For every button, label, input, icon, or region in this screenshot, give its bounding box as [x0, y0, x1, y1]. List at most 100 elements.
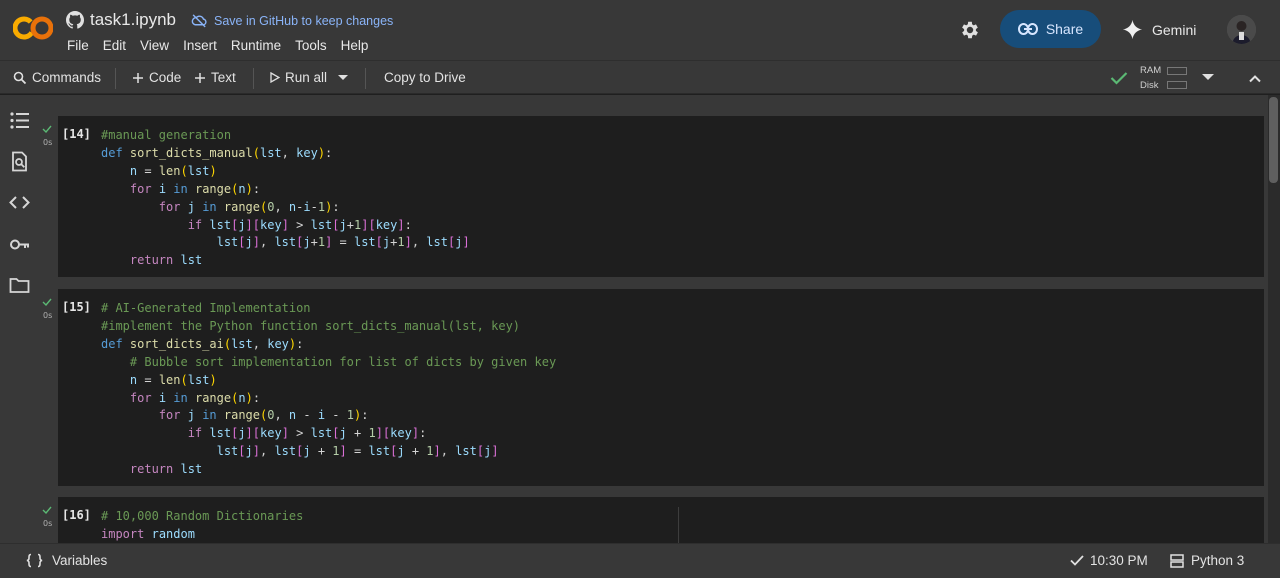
variables-button[interactable]: Variables	[26, 553, 107, 568]
caret-down-icon	[338, 75, 348, 80]
add-code-button[interactable]: Code	[132, 70, 181, 85]
execution-count: [16]	[62, 508, 91, 522]
disk-usage-bar	[1167, 81, 1187, 89]
server-icon	[1170, 553, 1184, 568]
toolbar-divider	[365, 68, 366, 89]
commands-button[interactable]: Commands	[13, 70, 101, 85]
find-replace-icon[interactable]	[9, 151, 30, 172]
menu-help[interactable]: Help	[341, 38, 374, 53]
kernel-indicator[interactable]: Python 3	[1170, 553, 1244, 568]
code-line: # AI-Generated Implementation	[101, 301, 311, 315]
user-avatar[interactable]	[1227, 15, 1256, 44]
scrollbar-thumb[interactable]	[1269, 97, 1278, 183]
variables-label: Variables	[52, 553, 108, 568]
copy-to-drive-label: Copy to Drive	[384, 70, 466, 85]
plus-icon	[133, 72, 143, 83]
notebook-toolbar: Commands Code Text Run all Copy to Drive…	[0, 60, 1280, 94]
menu-runtime[interactable]: Runtime	[231, 38, 286, 53]
code-line: return lst	[129, 253, 203, 268]
code-line: for j in range(0, n - i - 1):	[158, 408, 369, 423]
colab-logo[interactable]	[13, 13, 53, 43]
notebook-title[interactable]: task1.ipynb	[90, 10, 176, 30]
chevron-up-icon[interactable]	[1246, 70, 1264, 88]
table-of-contents-icon[interactable]	[9, 110, 30, 131]
gear-icon[interactable]	[959, 19, 981, 41]
play-icon	[270, 72, 280, 83]
menu-bar: File Edit View Insert Runtime Tools Help	[67, 38, 382, 53]
code-line: #implement the Python function sort_dict…	[101, 318, 521, 333]
code-line: for i in range(n):	[129, 390, 261, 405]
run-all-button[interactable]: Run all	[270, 70, 327, 85]
execution-count: [15]	[62, 300, 91, 314]
menu-insert[interactable]: Insert	[183, 38, 222, 53]
kernel-label: Python 3	[1191, 553, 1245, 568]
secrets-key-icon[interactable]	[9, 234, 30, 255]
code-line: n = len(lst)	[129, 163, 217, 178]
editor-ruler-line	[678, 507, 679, 543]
side-rail	[0, 95, 38, 543]
run-all-label: Run all	[285, 70, 328, 85]
menu-tools[interactable]: Tools	[295, 38, 332, 53]
commands-label: Commands	[32, 70, 102, 85]
code-line: return lst	[129, 462, 203, 477]
disk-label: Disk	[1140, 80, 1159, 91]
execution-time: 0s	[43, 311, 53, 320]
app-header: task1.ipynb Save in GitHub to keep chang…	[0, 0, 1280, 60]
run-options-dropdown[interactable]	[338, 75, 348, 81]
code-line: # Bubble sort implementation for list of…	[129, 354, 557, 369]
ram-label: RAM	[1140, 65, 1162, 76]
execution-count: [14]	[62, 127, 91, 141]
code-line: if lst[j][key] > lst[j+1][key]:	[187, 217, 412, 232]
ram-usage-bar	[1167, 67, 1187, 75]
code-line: def sort_dicts_ai(lst, key):	[101, 336, 304, 351]
menu-edit[interactable]: Edit	[103, 38, 131, 53]
add-code-label: Code	[149, 70, 182, 85]
add-text-button[interactable]: Text	[194, 70, 236, 85]
last-run-time: 10:30 PM	[1090, 553, 1148, 568]
toolbar-divider	[115, 68, 116, 89]
notebook-area[interactable]: 0s [14] #manual generation def sort_dicts…	[38, 95, 1280, 543]
gemini-button[interactable]: Gemini	[1122, 19, 1196, 40]
cloud-off-icon	[191, 14, 207, 28]
code-editor[interactable]: # 10,000 Random Dictionaries import rando…	[101, 508, 303, 543]
save-in-github-link[interactable]: Save in GitHub to keep changes	[191, 12, 393, 29]
executed-check-icon	[42, 298, 52, 306]
search-icon	[13, 71, 27, 84]
files-folder-icon[interactable]	[9, 275, 30, 296]
share-button[interactable]: Share	[1000, 10, 1101, 48]
resource-dropdown-icon[interactable]	[1202, 74, 1214, 81]
code-cell[interactable]: 0s [16] # 10,000 Random Dictionaries impo…	[42, 497, 1264, 543]
code-line: n = len(lst)	[129, 372, 217, 387]
code-cell[interactable]: 0s [15] # AI-Generated Implementation #im…	[42, 289, 1264, 486]
executed-check-icon	[42, 125, 52, 133]
code-line: for j in range(0, n-i-1):	[158, 199, 340, 214]
code-line: lst[j], lst[j+1] = lst[j+1], lst[j]	[216, 235, 470, 250]
code-editor[interactable]: # AI-Generated Implementation #implement …	[101, 300, 556, 479]
code-line: lst[j], lst[j + 1] = lst[j + 1], lst[j]	[216, 444, 499, 459]
add-text-label: Text	[211, 70, 236, 85]
copy-to-drive-button[interactable]: Copy to Drive	[384, 70, 466, 85]
code-snippets-icon[interactable]	[9, 192, 30, 213]
save-link-label: Save in GitHub to keep changes	[214, 13, 394, 28]
code-line: if lst[j][key] > lst[j + 1][key]:	[187, 426, 427, 441]
code-line: # 10,000 Random Dictionaries	[101, 509, 304, 523]
braces-icon	[26, 553, 43, 568]
gemini-sparkle-icon	[1122, 19, 1143, 40]
gemini-label: Gemini	[1152, 21, 1197, 38]
status-bar: Variables 10:30 PM Python 3	[0, 543, 1280, 578]
code-cell[interactable]: 0s [14] #manual generation def sort_dicts…	[42, 116, 1264, 277]
link-icon	[1017, 23, 1038, 35]
code-line: def sort_dicts_manual(lst, key):	[101, 145, 333, 160]
check-icon	[1070, 555, 1084, 566]
execution-status[interactable]: 10:30 PM	[1070, 553, 1148, 568]
toolbar-divider	[253, 68, 254, 89]
connected-check-icon	[1110, 72, 1128, 85]
share-label: Share	[1045, 21, 1084, 37]
code-line: import random	[101, 526, 195, 541]
execution-time: 0s	[43, 138, 53, 147]
code-line: #manual generation	[101, 128, 232, 142]
execution-time: 0s	[43, 519, 53, 528]
menu-file[interactable]: File	[67, 38, 94, 53]
code-editor[interactable]: #manual generation def sort_dicts_manual(…	[101, 127, 470, 270]
menu-view[interactable]: View	[140, 38, 174, 53]
